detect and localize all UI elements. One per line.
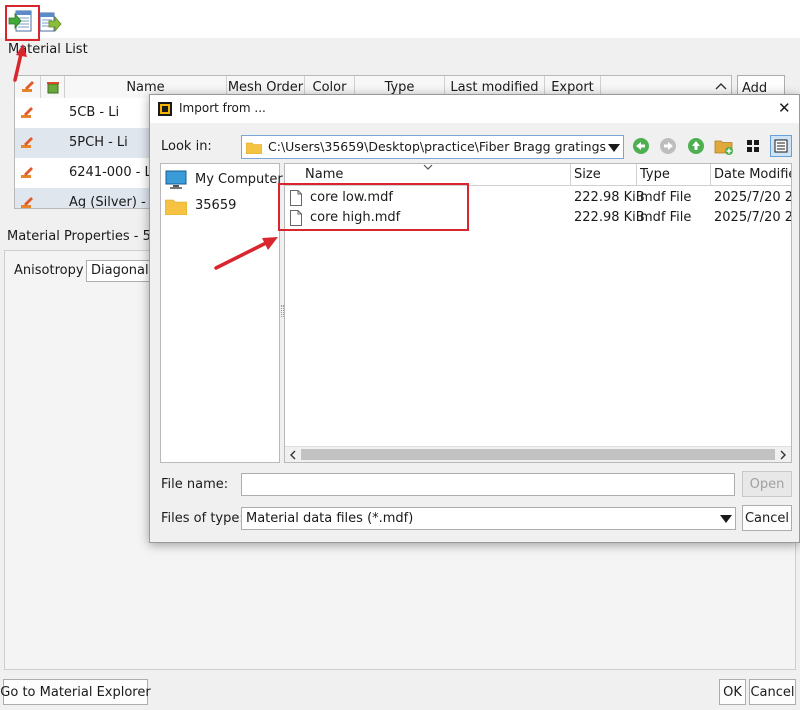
export-icon (39, 12, 62, 33)
new-folder-button[interactable] (713, 135, 735, 157)
places-sidebar: My Computer 35659 (160, 163, 283, 463)
back-button[interactable] (630, 135, 652, 157)
column-header-type[interactable]: Type (637, 164, 711, 186)
pencil-icon (21, 81, 34, 92)
file-date: 2025/7/20 21 (714, 210, 791, 225)
list-view-icon (774, 139, 788, 153)
forward-button[interactable] (657, 135, 679, 157)
dropdown-arrow-icon (608, 144, 620, 152)
new-folder-icon (714, 140, 733, 155)
parent-directory-button[interactable] (685, 135, 707, 157)
material-list-label: Material List (8, 42, 88, 57)
scroll-right-icon[interactable] (777, 449, 789, 461)
sidebar-item-label: My Computer (195, 172, 283, 187)
pencil-icon (21, 137, 33, 148)
column-header-label: Name (305, 167, 344, 182)
column-header-date-modified[interactable]: Date Modified (711, 164, 791, 186)
file-selection-highlight (278, 183, 469, 231)
icon-view-button[interactable] (742, 135, 764, 157)
file-size: 222.98 KiB (574, 190, 645, 205)
arrow-up-icon (688, 138, 704, 154)
computer-icon (165, 170, 187, 189)
file-name-input[interactable] (241, 473, 735, 496)
detail-view-button[interactable] (770, 135, 792, 157)
sidebar-item-my-computer[interactable]: My Computer (165, 170, 283, 192)
dialog-title: Import from ... (179, 101, 266, 115)
material-name: 5CB - Li (69, 105, 120, 120)
pencil-icon (21, 107, 33, 118)
trash-icon (46, 82, 59, 94)
sidebar-item-35659[interactable]: 35659 (165, 196, 277, 218)
file-date: 2025/7/20 21 (714, 190, 791, 205)
scrollbar-thumb[interactable] (301, 449, 775, 460)
sort-indicator-icon (423, 164, 433, 170)
app-logo-icon (158, 102, 172, 116)
files-of-type-label: Files of type: (161, 511, 244, 526)
import-button-highlight (5, 5, 40, 41)
horizontal-scrollbar[interactable] (285, 446, 791, 462)
dropdown-arrow-icon (720, 515, 732, 523)
column-header-label: Size (574, 167, 601, 182)
scroll-left-icon[interactable] (287, 449, 299, 461)
column-header-size[interactable]: Size (571, 164, 637, 186)
open-button[interactable]: Open (742, 471, 792, 497)
properties-label: Material Properties - 5CB (7, 229, 169, 244)
anisotropy-value: Diagonal (91, 263, 149, 278)
arrow-right-icon (660, 138, 676, 154)
file-type: mdf File (640, 190, 692, 205)
import-dialog: Import from ... ✕ Look in: C:\Users\3565… (149, 94, 800, 543)
folder-icon (165, 199, 187, 215)
dialog-cancel-button[interactable]: Cancel (742, 505, 792, 531)
file-name-label: File name: (161, 477, 229, 492)
material-name: 5PCH - Li (69, 135, 128, 150)
column-header-label: Date Modified (714, 167, 791, 182)
material-name: 6241-000 - Li (69, 165, 156, 180)
file-size: 222.98 KiB (574, 210, 645, 225)
arrow-left-icon (633, 138, 649, 154)
files-of-type-value: Material data files (*.mdf) (246, 511, 414, 526)
toolbar (0, 0, 800, 38)
pencil-icon (21, 167, 33, 178)
column-header-label: Type (640, 167, 670, 182)
files-of-type-select[interactable]: Material data files (*.mdf) (241, 507, 736, 530)
look-in-label: Look in: (161, 139, 212, 154)
look-in-combobox[interactable]: C:\Users\35659\Desktop\practice\Fiber Br… (241, 135, 624, 159)
anisotropy-label: Anisotropy (14, 263, 84, 278)
look-in-path: C:\Users\35659\Desktop\practice\Fiber Br… (268, 139, 607, 154)
cancel-button[interactable]: Cancel (749, 679, 796, 705)
ok-button[interactable]: OK (719, 679, 746, 705)
pencil-icon (21, 197, 33, 208)
export-material-button[interactable] (38, 10, 62, 34)
header-delete-icon-column (41, 76, 65, 98)
grid-view-icon (747, 140, 759, 152)
file-type: mdf File (640, 210, 692, 225)
sidebar-item-label: 35659 (195, 198, 237, 213)
close-icon[interactable]: ✕ (778, 99, 791, 117)
go-to-material-explorer-button[interactable]: Go to Material Explorer (0, 679, 151, 705)
header-edit-icon-column (15, 76, 41, 98)
folder-icon (246, 142, 262, 154)
dialog-title-bar[interactable]: Import from ... ✕ (150, 95, 799, 123)
